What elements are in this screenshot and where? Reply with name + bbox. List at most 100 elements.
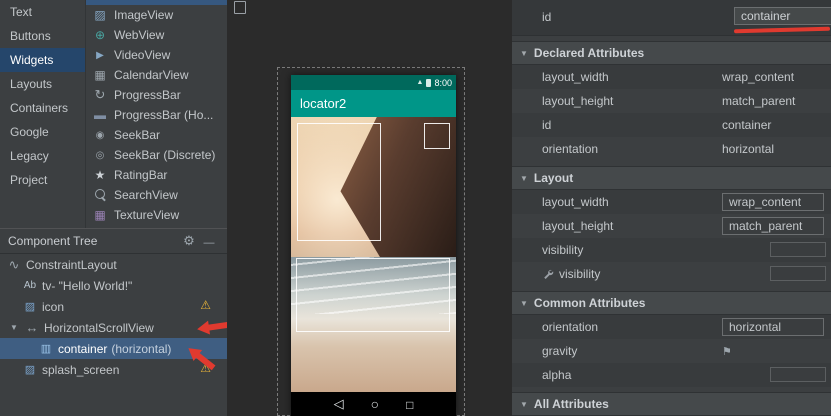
- attr-row-layout-width: layout_width wrap_content: [512, 190, 831, 214]
- attr-value[interactable]: container: [722, 118, 771, 132]
- tools-visibility-field[interactable]: [770, 266, 826, 281]
- warning-icon[interactable]: [200, 298, 211, 312]
- chevron-down-icon: [520, 49, 528, 58]
- widget-item-webview[interactable]: WebView: [86, 25, 227, 45]
- view-bounds-overlay[interactable]: [297, 123, 381, 241]
- attr-label: orientation: [512, 142, 722, 156]
- section-header-layout[interactable]: Layout: [512, 166, 831, 190]
- tree-item-horizontalscrollview[interactable]: HorizontalScrollView: [0, 317, 227, 338]
- palette-categories: Text Buttons Widgets Layouts Containers …: [0, 0, 85, 228]
- tree-item-container[interactable]: container (horizontal): [0, 338, 227, 359]
- tree-item-label: icon: [42, 300, 64, 314]
- palette-category-layouts[interactable]: Layouts: [0, 72, 85, 96]
- palette-category-google[interactable]: Google: [0, 120, 85, 144]
- widget-item-searchview[interactable]: SearchView: [86, 185, 227, 205]
- widget-label: CalendarView: [114, 68, 189, 82]
- section-header-common-attributes[interactable]: Common Attributes: [512, 291, 831, 315]
- widget-item-seekbar[interactable]: SeekBar: [86, 125, 227, 145]
- palette-category-containers[interactable]: Containers: [0, 96, 85, 120]
- tree-item-label: splash_screen: [42, 363, 119, 377]
- attr-value[interactable]: wrap_content: [722, 70, 794, 84]
- progressbar-icon: [92, 87, 108, 103]
- tree-item-icon[interactable]: icon: [0, 296, 227, 317]
- palette-category-text[interactable]: Text: [0, 0, 85, 24]
- expand-arrow-icon[interactable]: [8, 323, 20, 332]
- home-icon: [371, 396, 379, 412]
- gear-icon[interactable]: [179, 233, 199, 249]
- tree-item-textview[interactable]: Ab tv- "Hello World!": [0, 275, 227, 296]
- flag-icon[interactable]: [722, 345, 732, 358]
- widget-label: ProgressBar (Ho...: [114, 108, 213, 122]
- layout-width-combobox[interactable]: wrap_content: [722, 193, 824, 211]
- section-title: Common Attributes: [534, 296, 646, 310]
- attr-row-layout-width: layout_width wrap_content: [512, 65, 831, 89]
- widget-label: SearchView: [114, 188, 178, 202]
- canvas-tab-icon[interactable]: [234, 1, 246, 14]
- widget-item-ratingbar[interactable]: RatingBar: [86, 165, 227, 185]
- widget-label: SeekBar: [114, 128, 160, 142]
- common-attributes-rows: orientation horizontal gravity alpha: [512, 315, 831, 387]
- section-header-all-attributes[interactable]: All Attributes: [512, 392, 831, 416]
- widget-label: SeekBar (Discrete): [114, 148, 215, 162]
- attr-row-alpha: alpha: [512, 363, 831, 387]
- widget-item-progressbar-horizontal[interactable]: ProgressBar (Ho...: [86, 105, 227, 125]
- app-bar: locator2: [291, 90, 456, 117]
- section-header-declared-attributes[interactable]: Declared Attributes: [512, 41, 831, 65]
- device-statusbar: 8:00: [291, 75, 456, 90]
- widget-item-calendarview[interactable]: CalendarView: [86, 65, 227, 85]
- widget-item-imageview[interactable]: ImageView: [86, 5, 227, 25]
- attr-value[interactable]: horizontal: [722, 142, 774, 156]
- battery-icon: [426, 79, 431, 87]
- id-input-field[interactable]: container: [734, 7, 831, 25]
- design-surface[interactable]: 8:00 locator2: [227, 0, 511, 416]
- section-title: Declared Attributes: [534, 46, 644, 60]
- attr-value[interactable]: match_parent: [722, 94, 795, 108]
- palette-category-legacy[interactable]: Legacy: [0, 144, 85, 168]
- attr-row-id: id container: [512, 0, 831, 36]
- orientation-combobox[interactable]: horizontal: [722, 318, 824, 336]
- attr-label: visibility: [512, 243, 722, 257]
- wrench-icon: [542, 268, 554, 280]
- imageview-icon: [22, 300, 38, 313]
- constraintlayout-icon: [6, 257, 22, 273]
- warning-icon[interactable]: [200, 361, 211, 375]
- device-preview[interactable]: 8:00 locator2: [291, 75, 456, 416]
- declared-attributes-rows: layout_width wrap_content layout_height …: [512, 65, 831, 161]
- chevron-down-icon: [520, 400, 528, 409]
- tree-item-label: HorizontalScrollView: [44, 321, 154, 335]
- component-tree-panel: Component Tree ConstraintLayout Ab tv- "…: [0, 228, 227, 416]
- tree-item-label-suffix: (horizontal): [111, 342, 171, 356]
- minimize-icon[interactable]: [199, 234, 219, 249]
- widget-item-seekbar-discrete[interactable]: SeekBar (Discrete): [86, 145, 227, 165]
- visibility-field[interactable]: [770, 242, 826, 257]
- tree-item-label: container: [58, 342, 107, 356]
- alpha-field[interactable]: [770, 367, 826, 382]
- tree-item-constraintlayout[interactable]: ConstraintLayout: [0, 254, 227, 275]
- imageview-icon: [22, 363, 38, 376]
- widget-item-videoview[interactable]: VideoView: [86, 45, 227, 65]
- chevron-down-icon: [520, 299, 528, 308]
- statusbar-time: 8:00: [434, 78, 452, 88]
- widget-label: TextureView: [114, 208, 179, 222]
- attr-label: id: [542, 10, 551, 24]
- attr-row-tools-visibility: visibility: [512, 262, 831, 286]
- recents-icon: [406, 397, 413, 412]
- attr-row-orientation: orientation horizontal: [512, 315, 831, 339]
- attr-label: alpha: [512, 368, 722, 382]
- section-title: Layout: [534, 171, 573, 185]
- attributes-panel: id container Declared Attributes layout_…: [511, 0, 831, 416]
- palette-category-project[interactable]: Project: [0, 168, 85, 192]
- palette-category-buttons[interactable]: Buttons: [0, 24, 85, 48]
- view-bounds-overlay[interactable]: [296, 258, 450, 332]
- layout-height-combobox[interactable]: match_parent: [722, 217, 824, 235]
- widget-label: WebView: [114, 28, 164, 42]
- view-bounds-overlay[interactable]: [424, 123, 450, 149]
- widget-item-textureview[interactable]: TextureView: [86, 205, 227, 225]
- background-photo[interactable]: [291, 117, 456, 392]
- tree-item-splash-screen[interactable]: splash_screen: [0, 359, 227, 380]
- imageview-icon: [92, 7, 108, 23]
- textview-icon: Ab: [22, 280, 38, 291]
- widget-item-progressbar[interactable]: ProgressBar: [86, 85, 227, 105]
- widget-label: VideoView: [114, 48, 170, 62]
- palette-category-widgets[interactable]: Widgets: [0, 48, 85, 72]
